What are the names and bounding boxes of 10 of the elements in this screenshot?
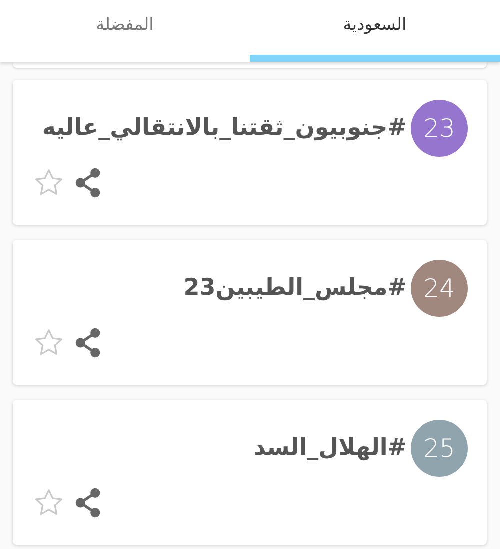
hashtag[interactable]: #مجلس_الطيبين23 (184, 274, 407, 303)
share-icon[interactable] (73, 487, 103, 519)
hashtag[interactable]: #جنوبيون_ثقتنا_بالانتقالي_عاليه (42, 114, 407, 143)
share-icon[interactable] (73, 167, 103, 199)
share-icon[interactable] (73, 327, 103, 359)
rank-badge: 23 (411, 100, 468, 157)
rank-badge: 24 (411, 260, 468, 317)
hashtag[interactable]: #الهلال_السد (254, 434, 407, 463)
tab[interactable]: المفضلة (0, 0, 250, 62)
rank-badge: 25 (411, 420, 468, 477)
